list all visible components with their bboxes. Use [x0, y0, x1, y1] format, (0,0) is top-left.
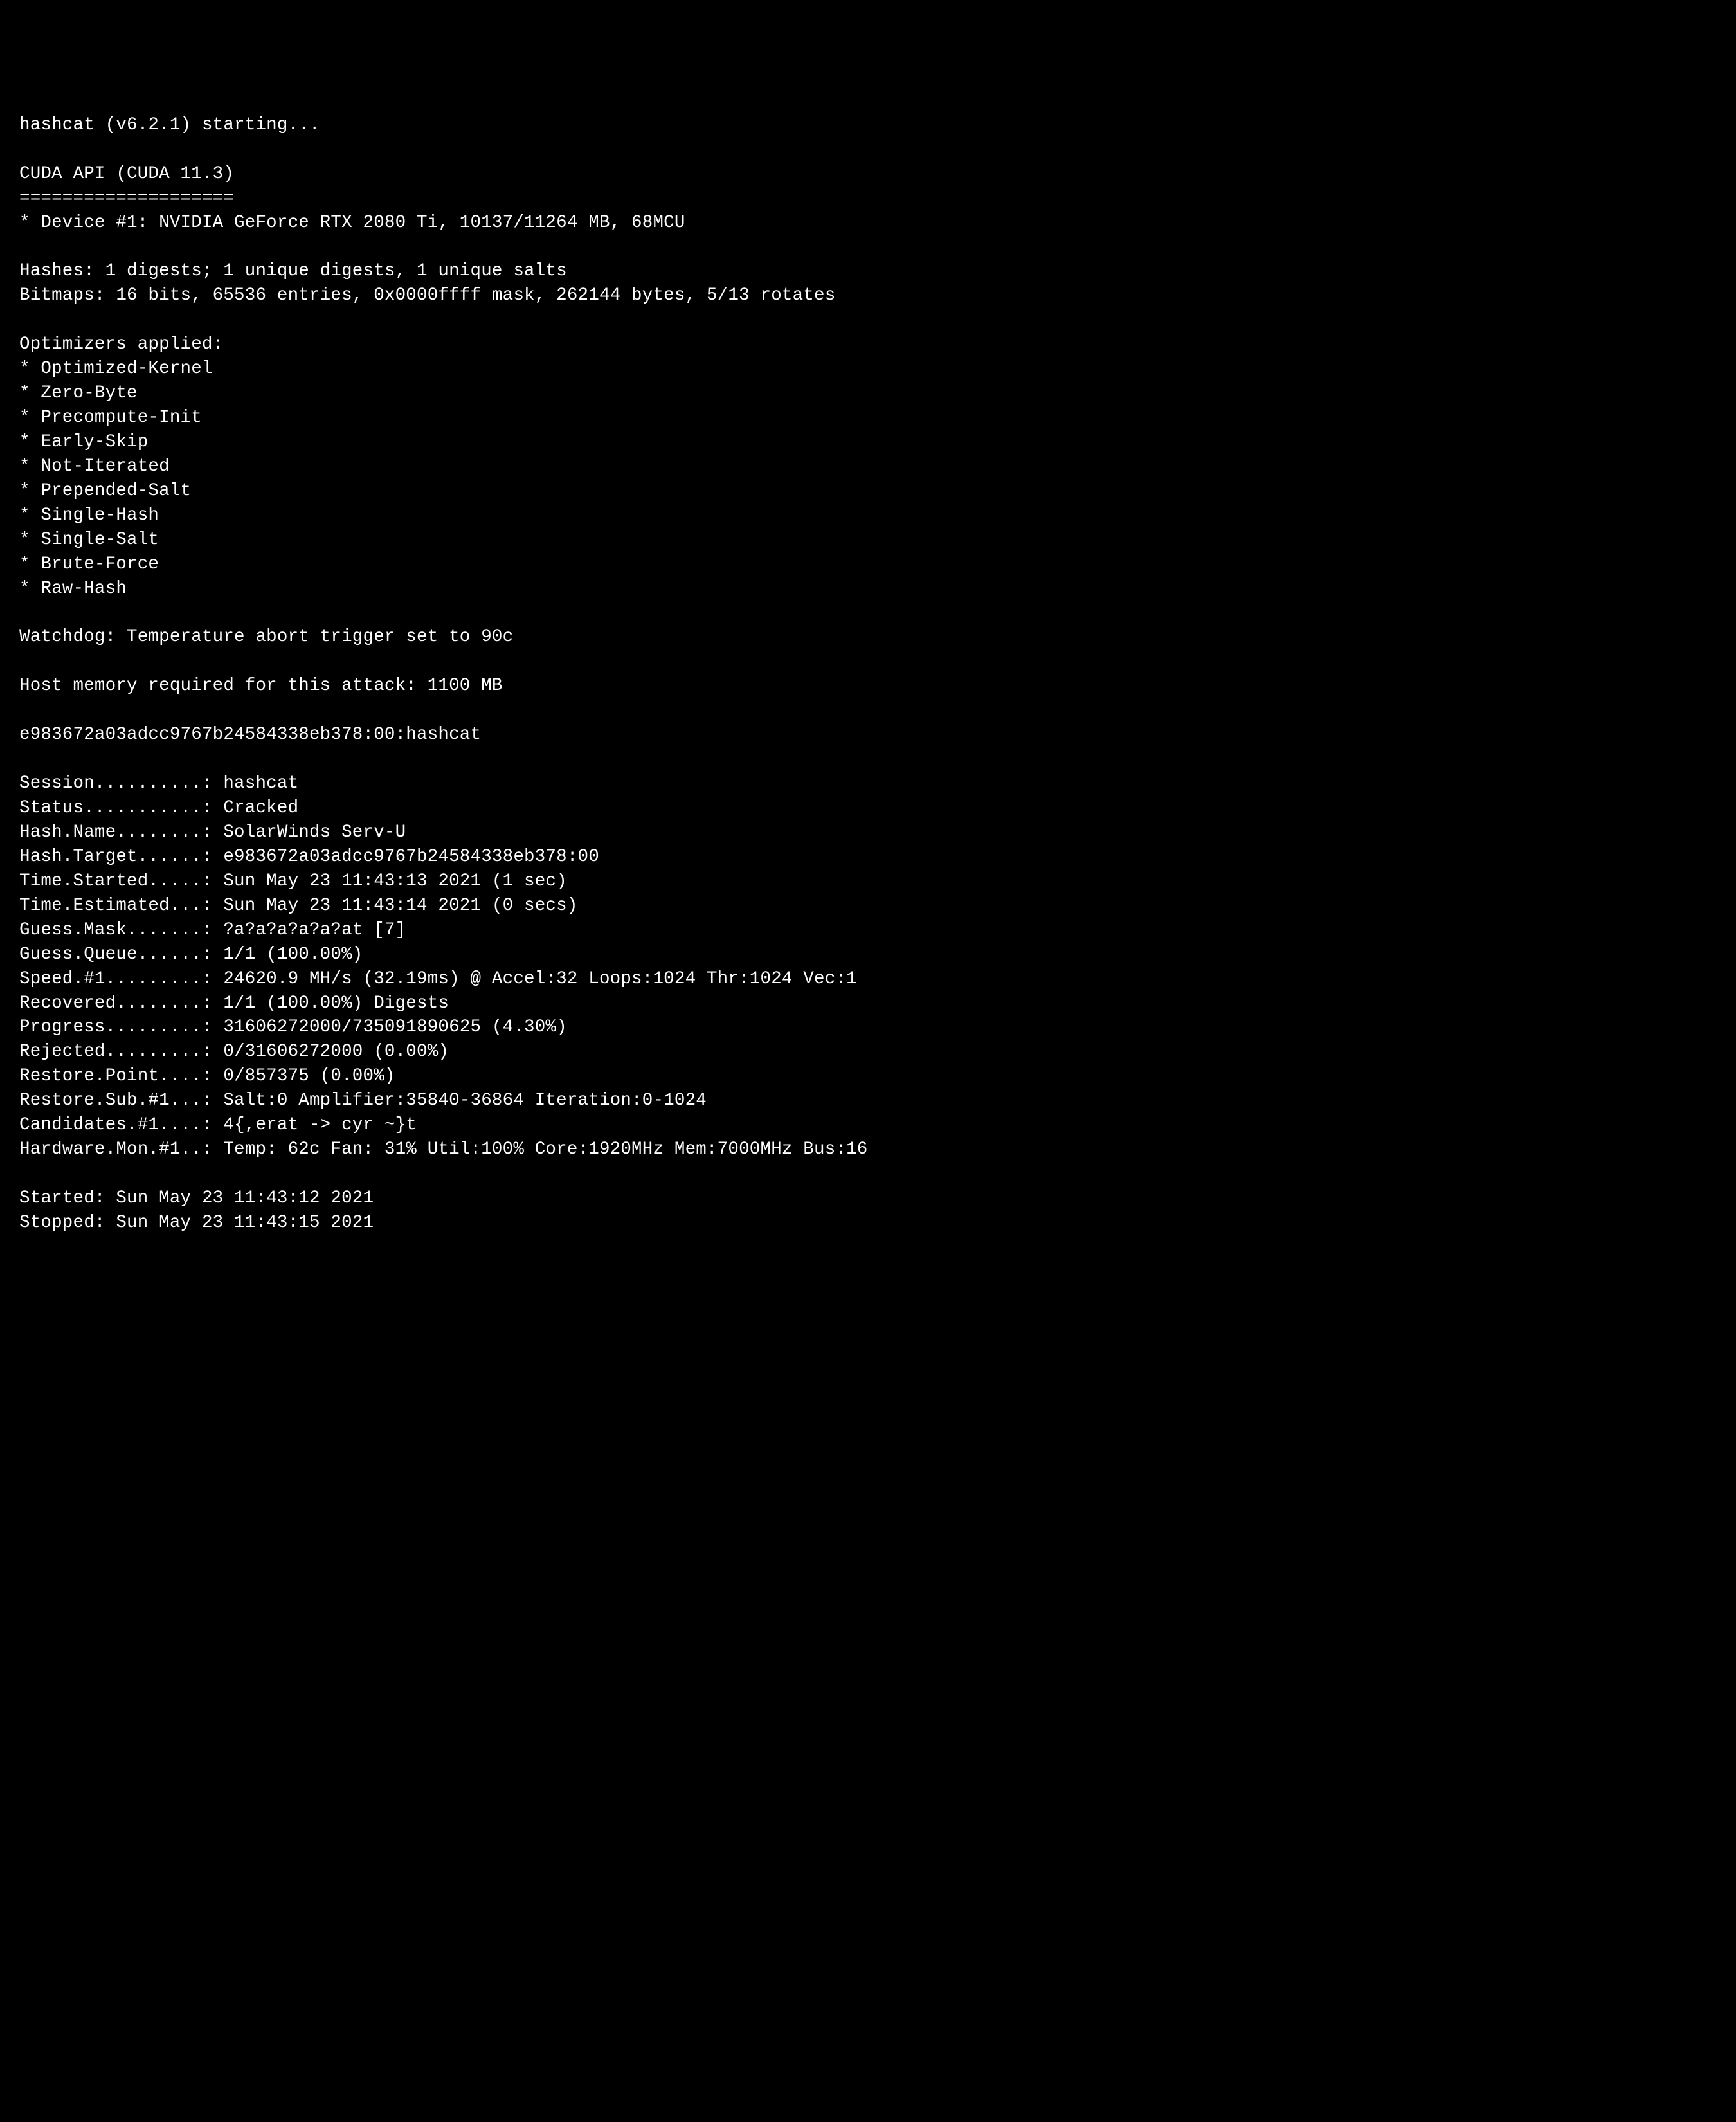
- hashes-line: Hashes: 1 digests; 1 unique digests, 1 u…: [19, 261, 567, 281]
- candidates-line: Candidates.#1....: 4{,erat -> cyr ~}t: [19, 1115, 417, 1135]
- restore-point-line: Restore.Point....: 0/857375 (0.00%): [19, 1066, 395, 1086]
- watchdog-line: Watchdog: Temperature abort trigger set …: [19, 627, 513, 647]
- optimizer-item: * Optimized-Kernel: [19, 359, 213, 379]
- hash-target-line: Hash.Target......: e983672a03adcc9767b24…: [19, 847, 599, 867]
- optimizer-item: * Prepended-Salt: [19, 481, 191, 501]
- guess-mask-line: Guess.Mask.......: ?a?a?a?a?a?at [7]: [19, 920, 406, 940]
- cuda-divider: ====================: [19, 188, 234, 208]
- optimizer-item: * Raw-Hash: [19, 579, 127, 599]
- optimizer-item: * Precompute-Init: [19, 408, 202, 428]
- optimizer-item: * Not-Iterated: [19, 457, 170, 476]
- bitmaps-line: Bitmaps: 16 bits, 65536 entries, 0x0000f…: [19, 286, 835, 305]
- recovered-line: Recovered........: 1/1 (100.00%) Digests: [19, 993, 449, 1013]
- time-estimated-line: Time.Estimated...: Sun May 23 11:43:14 2…: [19, 896, 578, 916]
- optimizer-item: * Single-Hash: [19, 505, 159, 525]
- optimizer-item: * Early-Skip: [19, 432, 148, 452]
- starting-line: hashcat (v6.2.1) starting...: [19, 115, 320, 135]
- hardware-mon-line: Hardware.Mon.#1..: Temp: 62c Fan: 31% Ut…: [19, 1139, 868, 1159]
- status-line: Status...........: Cracked: [19, 798, 298, 818]
- cuda-api-title: CUDA API (CUDA 11.3): [19, 164, 234, 184]
- host-memory-line: Host memory required for this attack: 11…: [19, 676, 503, 696]
- progress-line: Progress.........: 31606272000/735091890…: [19, 1017, 567, 1037]
- optimizer-item: * Brute-Force: [19, 554, 159, 574]
- guess-queue-line: Guess.Queue......: 1/1 (100.00%): [19, 945, 363, 965]
- restore-sub-line: Restore.Sub.#1...: Salt:0 Amplifier:3584…: [19, 1091, 707, 1111]
- terminal-output: hashcat (v6.2.1) starting... CUDA API (C…: [19, 113, 1717, 1235]
- optimizer-item: * Zero-Byte: [19, 383, 138, 403]
- speed-line: Speed.#1.........: 24620.9 MH/s (32.19ms…: [19, 969, 857, 989]
- device-line: * Device #1: NVIDIA GeForce RTX 2080 Ti,…: [19, 213, 685, 233]
- session-line: Session..........: hashcat: [19, 774, 298, 793]
- cracked-hash-line: e983672a03adcc9767b24584338eb378:00:hash…: [19, 725, 481, 745]
- started-footer-line: Started: Sun May 23 11:43:12 2021: [19, 1188, 374, 1208]
- time-started-line: Time.Started.....: Sun May 23 11:43:13 2…: [19, 871, 567, 891]
- optimizer-item: * Single-Salt: [19, 530, 159, 550]
- stopped-footer-line: Stopped: Sun May 23 11:43:15 2021: [19, 1213, 374, 1233]
- hash-name-line: Hash.Name........: SolarWinds Serv-U: [19, 822, 406, 842]
- optimizers-title: Optimizers applied:: [19, 334, 223, 354]
- rejected-line: Rejected.........: 0/31606272000 (0.00%): [19, 1042, 449, 1062]
